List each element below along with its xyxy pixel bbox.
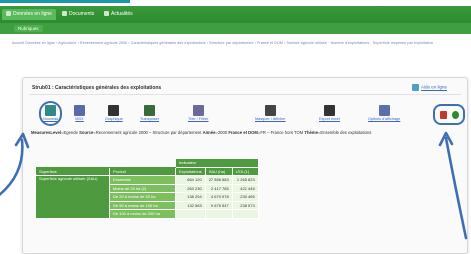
table-cell: 9 675 547	[204, 200, 233, 210]
table-cell: 27 856 683	[204, 175, 233, 185]
table-cell: 238 573	[231, 200, 259, 210]
column-header[interactable]: UTA (1)	[231, 166, 259, 176]
top-accent-strip	[0, 0, 130, 3]
divider	[29, 94, 461, 95]
table-cell: 1 265 823	[231, 175, 259, 185]
main-tab-bar: Données en ligne Documents Actualités	[0, 6, 471, 23]
table-cell	[175, 209, 206, 219]
row-label[interactable]: De 100 à moins de 200 ha	[109, 209, 176, 219]
column-header[interactable]: Exploitations	[175, 166, 206, 176]
chart-icon	[108, 105, 120, 116]
table-cell: 263 230	[175, 183, 206, 193]
table-cell: 132 563	[175, 200, 206, 210]
row-label[interactable]: De 20 à moins de 50 ha	[109, 192, 176, 202]
table-header-row: Indicateur	[36, 158, 259, 168]
row-label[interactable]: Ensemble	[109, 175, 176, 185]
breadcrumb[interactable]: Accueil Données en ligne › Agriculture ›…	[12, 40, 462, 46]
data-icon	[6, 11, 11, 17]
new-button[interactable]: Nouveau	[38, 101, 63, 126]
tab-donnees-en-ligne[interactable]: Données en ligne	[2, 9, 56, 20]
row-label[interactable]: De 50 à moins de 100 ha	[109, 200, 176, 210]
table-row: Superficie agricole utilisée (SAU) Ensem…	[35, 175, 259, 219]
help-icon	[411, 84, 419, 91]
page-title: Strub01 : Caractéristiques générales des…	[32, 85, 162, 91]
table-header-row: Superficie Produit Exploitations SAU (ha…	[35, 166, 259, 176]
new-report-icon	[45, 105, 57, 116]
data-table: Indicateur Superficie Produit Exploitati…	[35, 158, 259, 219]
table-cell: 230 465	[231, 192, 259, 202]
refresh-icon[interactable]	[452, 111, 459, 119]
report-panel: Strub01 : Caractéristiques générales des…	[22, 77, 468, 254]
chart-button[interactable]: Graphique	[105, 105, 123, 122]
hide-show-button[interactable]: Masquer / Afficher	[255, 105, 286, 122]
sort-icon	[192, 105, 204, 116]
hide-show-icon	[264, 105, 276, 116]
right-toolbar-group	[433, 104, 465, 125]
sub-nav-bar: Rubriques	[0, 23, 471, 34]
export-button[interactable]: Export excel	[319, 105, 340, 122]
table-cell: 138 294	[175, 192, 206, 202]
row-label[interactable]: Moins de 20 ha (2)	[109, 183, 176, 193]
measure-description: MeasuresLevel=Egende Source=Recensement …	[31, 130, 372, 135]
export-icon	[323, 105, 335, 116]
transpose-icon	[144, 105, 156, 116]
sort-filter-button[interactable]: Trier / Filtrer	[188, 105, 209, 122]
table-cell	[231, 209, 259, 219]
tab-documents[interactable]: Documents	[58, 9, 98, 20]
transpose-button[interactable]: Transposer	[140, 105, 159, 122]
document-icon	[62, 11, 67, 17]
table-cell: 421 445	[231, 183, 259, 193]
mdx-button[interactable]: MDX	[74, 105, 85, 122]
display-options-button[interactable]: Options d'affichage	[368, 105, 400, 122]
tab-actualites[interactable]: Actualités	[100, 9, 137, 20]
mdx-icon	[74, 105, 85, 116]
table-cell: 4 670 978	[204, 192, 233, 202]
help-link[interactable]: Aide en ligne	[411, 84, 447, 91]
news-icon	[104, 11, 109, 17]
indicator-header[interactable]: Indicateur	[175, 158, 259, 168]
dimension-cell[interactable]: Superficie agricole utilisée (SAU)	[35, 175, 110, 219]
table-cell: 664 120	[175, 175, 206, 185]
column-header[interactable]: Superficie	[35, 166, 110, 176]
column-header[interactable]: SAU (ha)	[204, 166, 233, 176]
table-cell: 2 417 785	[204, 183, 233, 193]
sub-tab-rubriques[interactable]: Rubriques	[14, 25, 43, 32]
column-header[interactable]: Produit	[109, 166, 176, 176]
print-icon[interactable]	[440, 111, 447, 119]
table-cell	[204, 209, 233, 219]
left-annotation-arrow	[0, 138, 24, 196]
options-icon	[378, 105, 390, 116]
